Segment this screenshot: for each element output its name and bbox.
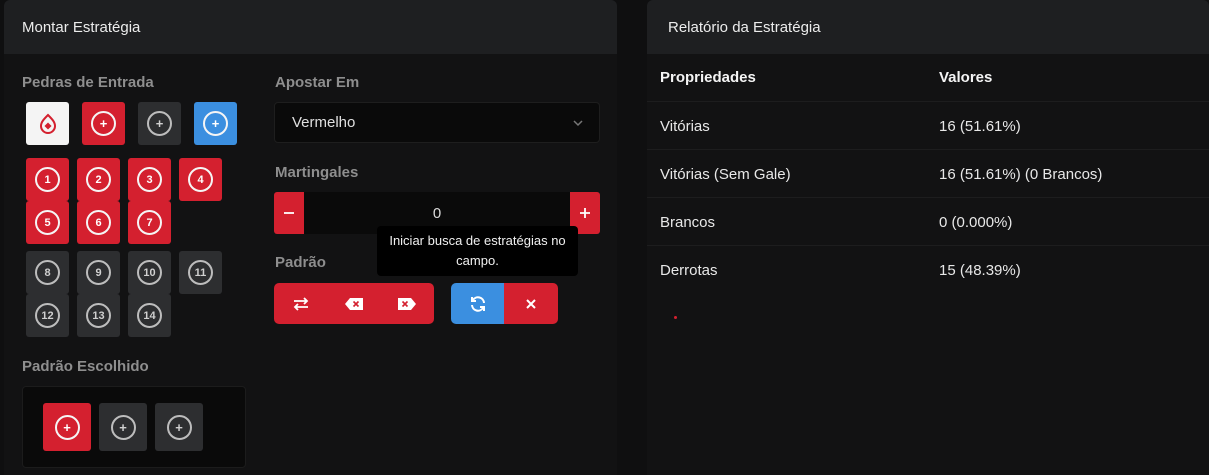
close-icon — [526, 298, 536, 309]
table-divider — [647, 149, 1209, 150]
table-header-values: Valores — [939, 69, 993, 86]
number-stone-8[interactable]: 8 — [26, 251, 69, 294]
table-row-value: 15 (48.39%) — [939, 262, 1021, 279]
plus-icon: + — [175, 419, 183, 435]
table-header-properties: Propriedades — [660, 69, 756, 86]
minus-icon — [284, 212, 294, 214]
table-divider — [647, 101, 1209, 102]
bet-on-label: Apostar Em — [275, 74, 360, 91]
pattern-label: Padrão — [275, 254, 326, 271]
chosen-pattern-label: Padrão Escolhido — [22, 358, 149, 375]
plus-icon — [580, 208, 590, 218]
stop-search-button[interactable] — [504, 283, 558, 324]
number-stone-2[interactable]: 2 — [77, 158, 120, 201]
table-row-prop: Vitórias (Sem Gale) — [660, 166, 791, 183]
table-divider — [647, 197, 1209, 198]
plus-icon: + — [155, 116, 164, 131]
table-divider — [647, 245, 1209, 246]
table-row-value: 0 (0.000%) — [939, 214, 1013, 231]
number-stone-4[interactable]: 4 — [179, 158, 222, 201]
number-stone-3[interactable]: 3 — [128, 158, 171, 201]
build-strategy-title: Montar Estratégia — [4, 0, 617, 54]
status-dot — [674, 316, 677, 319]
number-stone-11[interactable]: 11 — [179, 251, 222, 294]
number-stone-6[interactable]: 6 — [77, 201, 120, 244]
chosen-stone-dark[interactable]: + — [155, 403, 203, 451]
refresh-icon — [470, 295, 485, 312]
chevron-down-icon — [573, 120, 583, 127]
chosen-stone-dark[interactable]: + — [99, 403, 147, 451]
table-row-prop: Brancos — [660, 214, 716, 231]
strategy-report-title: Relatório da Estratégia — [647, 0, 1209, 54]
chosen-stone-red[interactable]: + — [43, 403, 91, 451]
plus-icon: + — [99, 116, 108, 131]
plus-icon: + — [119, 419, 127, 435]
blaze-logo-icon — [39, 113, 56, 134]
bet-on-value: Vermelho — [292, 114, 356, 131]
white-stone-button[interactable] — [26, 102, 69, 145]
delete-right-icon — [398, 297, 416, 310]
table-row-value: 16 (51.61%) — [939, 118, 1021, 135]
swap-icon — [293, 296, 308, 311]
plus-icon: + — [63, 419, 71, 435]
number-stone-9[interactable]: 9 — [77, 251, 120, 294]
martingales-label: Martingales — [275, 164, 359, 181]
search-tooltip: Iniciar busca de estratégias no campo. — [377, 226, 578, 276]
dark-stone-button[interactable]: + — [138, 102, 181, 145]
number-stone-13[interactable]: 13 — [77, 294, 120, 337]
search-actions-group — [451, 283, 558, 324]
entry-stones-label: Pedras de Entrada — [22, 74, 154, 91]
backspace-icon — [344, 297, 363, 310]
table-row-value: 16 (51.61%) (0 Brancos) — [939, 166, 1103, 183]
bet-on-select[interactable]: Vermelho — [274, 102, 600, 143]
table-row-prop: Vitórias — [660, 118, 710, 135]
table-row-prop: Derrotas — [660, 262, 718, 279]
number-stone-7[interactable]: 7 — [128, 201, 171, 244]
any-stone-button[interactable]: + — [194, 102, 237, 145]
number-stone-14[interactable]: 14 — [128, 294, 171, 337]
number-stone-1[interactable]: 1 — [26, 158, 69, 201]
start-search-button[interactable] — [451, 283, 504, 324]
swap-button[interactable] — [274, 283, 327, 324]
delete-right-button[interactable] — [380, 283, 434, 324]
plus-icon: + — [211, 116, 220, 131]
martingales-decrement-button[interactable] — [274, 192, 304, 234]
pattern-actions-group — [274, 283, 434, 324]
number-stone-5[interactable]: 5 — [26, 201, 69, 244]
number-stone-12[interactable]: 12 — [26, 294, 69, 337]
red-stone-button[interactable]: + — [82, 102, 125, 145]
backspace-button[interactable] — [327, 283, 380, 324]
number-stone-10[interactable]: 10 — [128, 251, 171, 294]
